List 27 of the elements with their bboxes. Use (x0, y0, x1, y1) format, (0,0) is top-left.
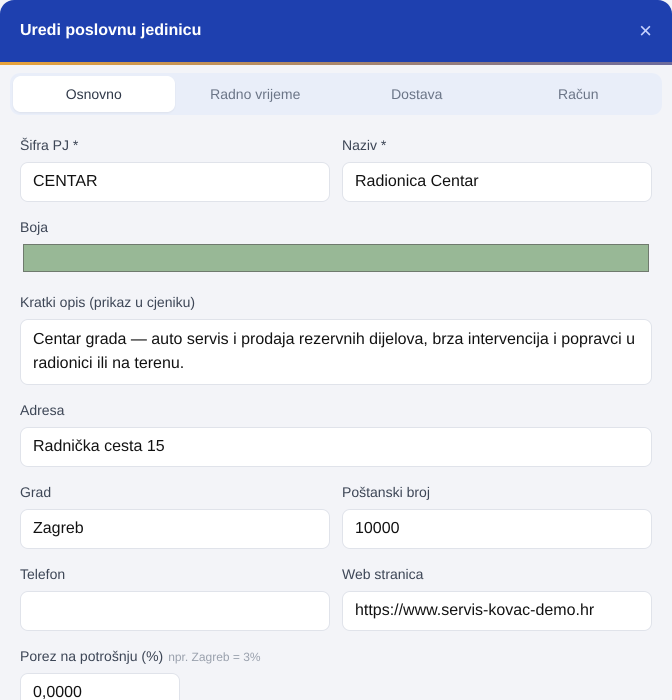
field-label: Poštanski broj (342, 484, 430, 500)
input-field[interactable]: Zagreb (20, 509, 330, 549)
tab[interactable]: Dostava (336, 76, 498, 112)
input-field[interactable]: Radnička cesta 15 (20, 427, 652, 467)
tab[interactable]: Osnovno (13, 76, 174, 112)
input-field[interactable]: 10000 (342, 509, 652, 549)
field-label: Porez na potrošnju (%) (20, 648, 164, 664)
field-label: Kratki opis (prikaz u cjeniku) (20, 294, 196, 310)
textarea-field[interactable]: Centar grada — auto servis i prodaja rezervnih dijelova, brza intervencija i popravci u radionici ili na terenu. (20, 319, 652, 385)
field-label: Naziv * (342, 137, 386, 153)
dialog-title: Uredi poslovnu jedinicu (20, 22, 202, 40)
field-label: Šifra PJ * (20, 137, 78, 153)
field-label: Adresa (20, 402, 64, 418)
field-hint: npr. Zagreb = 3% (168, 650, 261, 664)
input-field[interactable]: 0,0000 (20, 673, 180, 700)
field-label: Grad (20, 484, 52, 500)
input-field[interactable]: Radionica Centar (342, 162, 652, 202)
field-label: Web stranica (342, 566, 424, 582)
input-field[interactable]: CENTAR (20, 162, 330, 202)
tab[interactable]: Radno vrijeme (174, 76, 336, 112)
field-label: Telefon (20, 566, 66, 582)
color-picker[interactable] (23, 244, 649, 272)
tab[interactable]: Račun (498, 76, 659, 112)
field-label: Boja (20, 219, 48, 235)
close-button[interactable]: × (639, 20, 652, 42)
input-field[interactable]: https://www.servis-kovac-demo.hr (342, 591, 652, 631)
input-field[interactable] (20, 591, 330, 631)
